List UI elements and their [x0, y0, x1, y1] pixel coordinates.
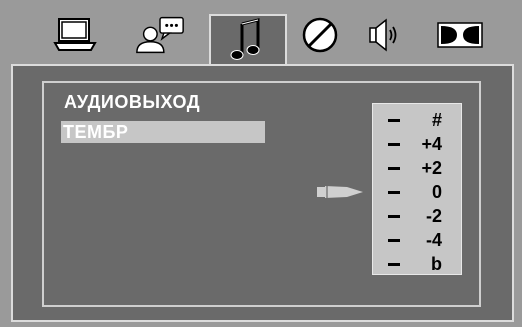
level-label: -4: [425, 230, 442, 250]
tone-scale: # +4 +2 0 -2 -4 b: [372, 103, 462, 275]
level-tick: [388, 239, 400, 242]
tab-music[interactable]: [221, 16, 275, 62]
tab-user-message[interactable]: [133, 12, 187, 58]
level-tick: [388, 215, 400, 218]
menu-item-audio-output[interactable]: АУДИОВЫХОД: [64, 92, 200, 113]
tone-level-row[interactable]: +4: [373, 132, 463, 156]
tab-dolby[interactable]: [433, 12, 487, 58]
level-label: +2: [421, 158, 442, 178]
tone-level-row[interactable]: -2: [373, 204, 463, 228]
pointer-arrow-icon: [317, 186, 363, 198]
level-label: -2: [425, 206, 442, 226]
level-tick: [388, 167, 400, 170]
level-tick: [388, 119, 400, 122]
tab-speaker[interactable]: [357, 12, 411, 58]
level-label: b: [431, 254, 442, 274]
disc-icon: [302, 17, 338, 53]
level-tick: [388, 143, 400, 146]
tab-disc[interactable]: [293, 12, 347, 58]
tone-level-row[interactable]: -4: [373, 228, 463, 252]
tone-level-row[interactable]: +2: [373, 156, 463, 180]
user-message-icon: [136, 16, 184, 54]
menu-item-tone[interactable]: ТЕМБР: [61, 121, 265, 143]
speaker-icon: [369, 18, 397, 52]
level-label: 0: [431, 182, 442, 202]
tone-level-row[interactable]: b: [373, 252, 463, 276]
tab-bar: [0, 0, 522, 80]
music-note-icon: [230, 18, 260, 60]
level-label: +4: [421, 134, 442, 154]
tone-level-row[interactable]: #: [373, 108, 463, 132]
dolby-icon: [437, 22, 483, 48]
level-tick: [388, 191, 400, 194]
tab-monitor[interactable]: [48, 12, 102, 58]
level-label: #: [431, 110, 442, 130]
monitor-icon: [53, 18, 97, 51]
level-tick: [388, 263, 400, 266]
tone-level-row[interactable]: 0: [373, 180, 463, 204]
tone-level-pointer[interactable]: [317, 185, 363, 204]
